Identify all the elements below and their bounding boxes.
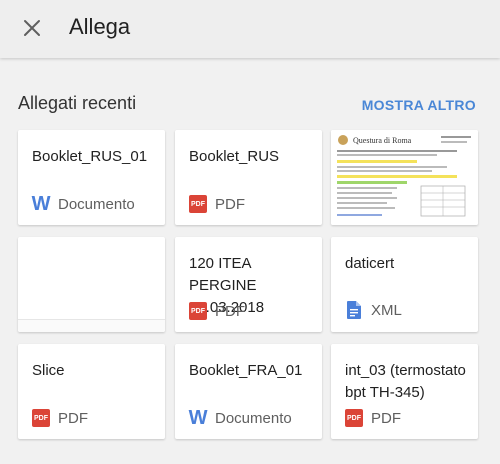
attachment-type-label: XML bbox=[371, 301, 402, 319]
attachment-name: int_03 (termostato bpt TH-345) bbox=[345, 362, 466, 401]
attachment-name: Booklet_FRA_01 bbox=[189, 362, 303, 379]
blank-thumbnail bbox=[18, 319, 165, 332]
attachment-card[interactable]: 120 ITEA PERGINE 13.03.2018 PDF PDF bbox=[175, 237, 322, 332]
attachment-type: PDF PDF bbox=[32, 409, 88, 427]
attachment-type: XML bbox=[345, 300, 402, 320]
doc-icon bbox=[345, 300, 363, 320]
pdf-icon: PDF bbox=[189, 302, 207, 320]
attachment-card[interactable]: Booklet_RUS_01 W Documento bbox=[18, 130, 165, 225]
attachment-type-label: PDF bbox=[215, 302, 245, 320]
attachment-type-label: PDF bbox=[58, 409, 88, 427]
attachment-type-label: Documento bbox=[215, 409, 292, 427]
attachment-name: Booklet_RUS bbox=[189, 148, 280, 165]
dialog-header: Allega bbox=[0, 0, 500, 58]
attachment-card[interactable]: daticert XML bbox=[331, 237, 478, 332]
attachment-type: PDF PDF bbox=[189, 195, 245, 213]
attachment-type-label: PDF bbox=[215, 195, 245, 213]
show-more-link[interactable]: MOSTRA ALTRO bbox=[362, 97, 476, 113]
attachment-name: Slice bbox=[32, 362, 65, 379]
close-button[interactable] bbox=[14, 10, 50, 46]
attachment-card-preview[interactable]: Questura di Roma bbox=[331, 130, 478, 225]
attachment-name: Booklet_RUS_01 bbox=[32, 148, 148, 165]
attachment-type: PDF PDF bbox=[345, 409, 401, 427]
section-title: Allegati recenti bbox=[18, 93, 137, 113]
attachment-type-label: PDF bbox=[371, 409, 401, 427]
pdf-icon: PDF bbox=[189, 195, 207, 213]
attachment-type-label: Documento bbox=[58, 195, 135, 213]
word-icon: W bbox=[188, 406, 208, 429]
attachment-type: PDF PDF bbox=[189, 302, 245, 320]
attachment-type: W Documento bbox=[188, 406, 292, 429]
word-icon: W bbox=[31, 192, 51, 215]
attachment-name: daticert bbox=[345, 255, 395, 272]
attachment-card-blank[interactable] bbox=[18, 237, 165, 332]
pdf-icon: PDF bbox=[32, 409, 50, 427]
attachment-card[interactable]: Booklet_RUS PDF PDF bbox=[175, 130, 322, 225]
pdf-icon: PDF bbox=[345, 409, 363, 427]
dialog-title: Allega bbox=[69, 14, 131, 39]
attachment-card[interactable]: Slice PDF PDF bbox=[18, 344, 165, 439]
close-icon bbox=[24, 20, 40, 36]
document-preview-thumbnail: Questura di Roma bbox=[331, 130, 478, 225]
preview-heading: Questura di Roma bbox=[353, 136, 412, 145]
attachment-type: W Documento bbox=[31, 192, 135, 215]
attachment-card[interactable]: Booklet_FRA_01 W Documento bbox=[175, 344, 322, 439]
attachment-card[interactable]: int_03 (termostato bpt TH-345) PDF PDF bbox=[331, 344, 478, 439]
